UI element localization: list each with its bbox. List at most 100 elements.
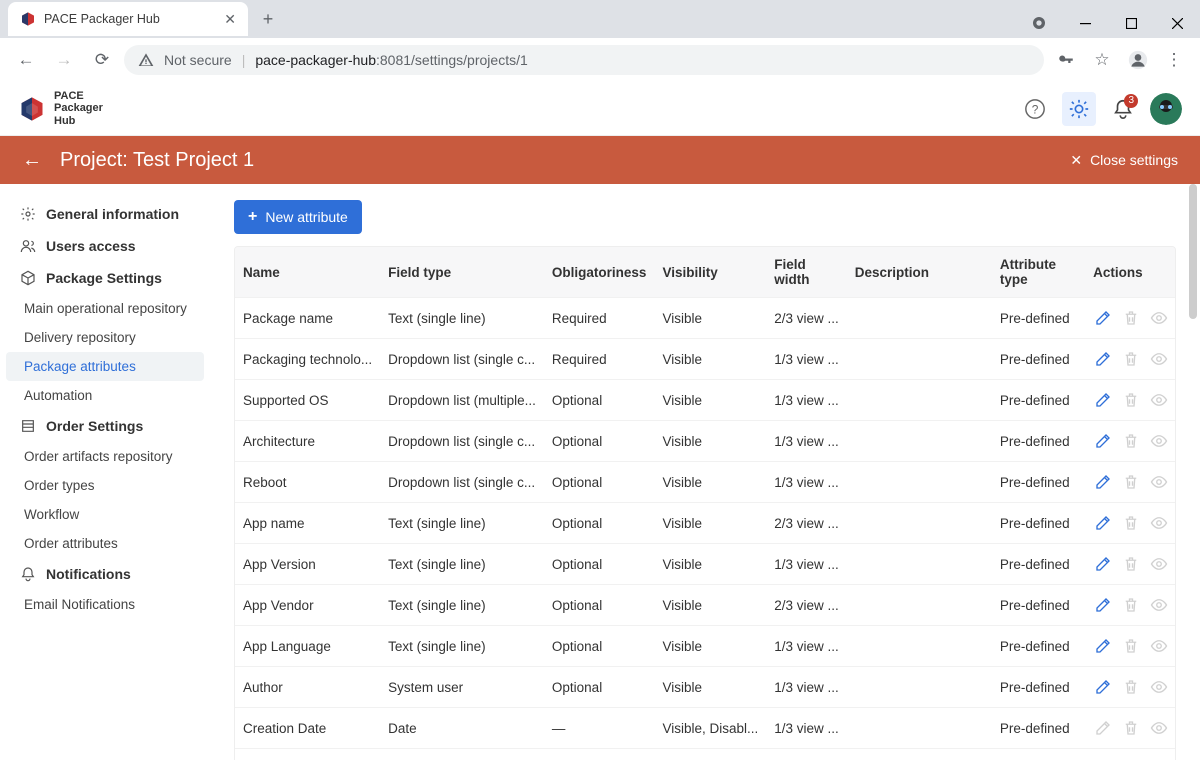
col-header[interactable]: Description xyxy=(847,247,992,298)
eye-icon[interactable] xyxy=(1149,349,1169,369)
back-arrow-icon[interactable]: ← xyxy=(22,149,42,172)
settings-button[interactable] xyxy=(1062,92,1096,126)
sidebar-item-package-attributes[interactable]: Package attributes xyxy=(6,352,204,381)
delete-icon xyxy=(1121,595,1141,615)
eye-icon[interactable] xyxy=(1149,554,1169,574)
edit-icon[interactable] xyxy=(1093,431,1113,451)
table-row[interactable]: Packaging technolo...Dropdown list (sing… xyxy=(235,339,1176,380)
sidebar-item-order-attributes[interactable]: Order attributes xyxy=(0,529,210,558)
col-header[interactable]: Visibility xyxy=(654,247,766,298)
new-tab-button[interactable]: + xyxy=(254,5,282,33)
eye-icon[interactable] xyxy=(1149,636,1169,656)
browser-chrome: PACE Packager Hub ✕ + ← → ⟳ Not secure |… xyxy=(0,0,1200,82)
col-header[interactable]: Field width xyxy=(766,247,847,298)
app-logo[interactable]: PACEPackagerHub xyxy=(18,90,103,126)
edit-icon[interactable] xyxy=(1093,718,1113,738)
eye-icon[interactable] xyxy=(1149,472,1169,492)
edit-icon[interactable] xyxy=(1093,677,1113,697)
table-row[interactable]: App VendorText (single line)OptionalVisi… xyxy=(235,585,1176,626)
delete-icon xyxy=(1121,513,1141,533)
edit-icon[interactable] xyxy=(1093,513,1113,533)
plus-icon: + xyxy=(248,208,257,226)
sidebar-item-delivery-repo[interactable]: Delivery repository xyxy=(0,323,210,352)
table-row[interactable]: RebootDropdown list (single c...Optional… xyxy=(235,462,1176,503)
col-header[interactable]: Name xyxy=(235,247,380,298)
sidebar-notifications[interactable]: Notifications xyxy=(0,558,210,590)
star-icon[interactable]: ☆ xyxy=(1086,44,1118,76)
sidebar-item-order-artifacts[interactable]: Order artifacts repository xyxy=(0,442,210,471)
table-row[interactable]: Supported OSDropdown list (multiple...Op… xyxy=(235,380,1176,421)
delete-icon xyxy=(1121,431,1141,451)
sidebar-users-access[interactable]: Users access xyxy=(0,230,210,262)
cube-icon xyxy=(18,95,46,123)
col-header[interactable]: Actions xyxy=(1085,247,1176,298)
close-window-button[interactable] xyxy=(1154,8,1200,38)
url-text: pace-packager-hub:8081/settings/projects… xyxy=(255,52,527,68)
kebab-menu-icon[interactable]: ⋮ xyxy=(1158,44,1190,76)
eye-icon[interactable] xyxy=(1149,431,1169,451)
profile-icon[interactable] xyxy=(1122,44,1154,76)
maximize-button[interactable] xyxy=(1108,8,1154,38)
sidebar-item-order-types[interactable]: Order types xyxy=(0,471,210,500)
notification-badge: 3 xyxy=(1124,94,1138,108)
sidebar-order-settings[interactable]: Order Settings xyxy=(0,410,210,442)
col-header[interactable]: Obligatoriness xyxy=(544,247,655,298)
table-row[interactable]: Package nameText (single line)RequiredVi… xyxy=(235,298,1176,339)
svg-text:?: ? xyxy=(1032,102,1039,116)
not-secure-label: Not secure xyxy=(164,52,232,68)
scrollbar[interactable] xyxy=(1184,184,1200,760)
eye-icon[interactable] xyxy=(1149,308,1169,328)
url-field[interactable]: Not secure | pace-packager-hub:8081/sett… xyxy=(124,45,1044,75)
sidebar-item-workflow[interactable]: Workflow xyxy=(0,500,210,529)
gear-icon xyxy=(20,206,36,222)
reload-button[interactable]: ⟳ xyxy=(86,44,118,76)
edit-icon[interactable] xyxy=(1093,554,1113,574)
edit-icon[interactable] xyxy=(1093,349,1113,369)
eye-icon[interactable] xyxy=(1149,595,1169,615)
package-icon xyxy=(20,270,36,286)
delete-icon xyxy=(1121,349,1141,369)
delete-icon xyxy=(1121,554,1141,574)
help-button[interactable]: ? xyxy=(1018,92,1052,126)
user-avatar[interactable] xyxy=(1150,93,1182,125)
table-row[interactable]: App VersionText (single line)OptionalVis… xyxy=(235,544,1176,585)
sidebar-general-info[interactable]: General information xyxy=(0,198,210,230)
minimize-button[interactable] xyxy=(1062,8,1108,38)
table-row[interactable]: DescriptionText (multiple lines)Optional… xyxy=(235,749,1176,760)
edit-icon[interactable] xyxy=(1093,308,1113,328)
key-icon[interactable] xyxy=(1050,44,1082,76)
tab-title: PACE Packager Hub xyxy=(44,12,160,26)
table-row[interactable]: App nameText (single line)OptionalVisibl… xyxy=(235,503,1176,544)
edit-icon[interactable] xyxy=(1093,636,1113,656)
delete-icon xyxy=(1121,677,1141,697)
tab-close-icon[interactable]: ✕ xyxy=(224,11,236,28)
eye-icon[interactable] xyxy=(1149,718,1169,738)
edit-icon[interactable] xyxy=(1093,595,1113,615)
sidebar-package-settings[interactable]: Package Settings xyxy=(0,262,210,294)
eye-icon[interactable] xyxy=(1149,677,1169,697)
table-row[interactable]: App LanguageText (single line)OptionalVi… xyxy=(235,626,1176,667)
address-bar: ← → ⟳ Not secure | pace-packager-hub:808… xyxy=(0,38,1200,82)
close-icon: ✕ xyxy=(1070,152,1082,169)
sidebar-item-email-notifications[interactable]: Email Notifications xyxy=(0,590,210,619)
table-row[interactable]: ArchitectureDropdown list (single c...Op… xyxy=(235,421,1176,462)
close-settings-button[interactable]: ✕ Close settings xyxy=(1070,152,1178,169)
browser-tab[interactable]: PACE Packager Hub ✕ xyxy=(8,2,248,36)
forward-button[interactable]: → xyxy=(48,44,80,76)
eye-icon[interactable] xyxy=(1149,390,1169,410)
edit-icon[interactable] xyxy=(1093,390,1113,410)
col-header[interactable]: Field type xyxy=(380,247,544,298)
incognito-icon[interactable] xyxy=(1016,8,1062,38)
new-attribute-button[interactable]: + New attribute xyxy=(234,200,362,234)
notifications-button[interactable]: 3 xyxy=(1106,92,1140,126)
back-button[interactable]: ← xyxy=(10,44,42,76)
project-subheader: ← Project: Test Project 1 ✕ Close settin… xyxy=(0,136,1200,184)
col-header[interactable]: Attribute type xyxy=(992,247,1085,298)
table-row[interactable]: Creation DateDate—Visible, Disabl...1/3 … xyxy=(235,708,1176,749)
app-header: PACEPackagerHub ? 3 xyxy=(0,82,1200,136)
table-row[interactable]: AuthorSystem userOptionalVisible1/3 view… xyxy=(235,667,1176,708)
eye-icon[interactable] xyxy=(1149,513,1169,533)
edit-icon[interactable] xyxy=(1093,472,1113,492)
sidebar-item-main-repo[interactable]: Main operational repository xyxy=(0,294,210,323)
sidebar-item-automation[interactable]: Automation xyxy=(0,381,210,410)
